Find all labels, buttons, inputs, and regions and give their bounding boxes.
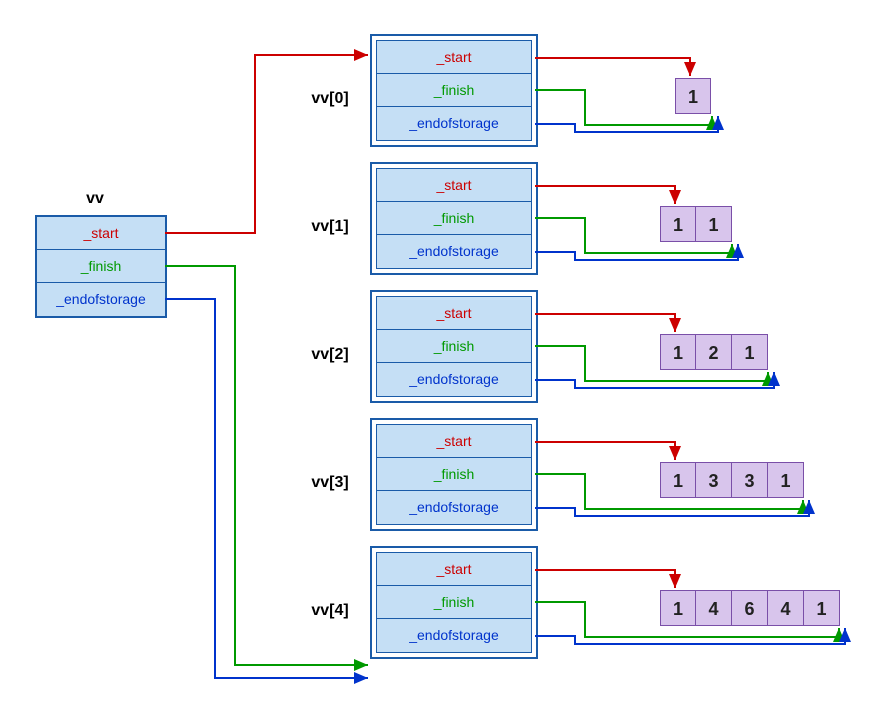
data-array-3: 1 3 3 1 (660, 462, 804, 498)
inner-3-finish-row: _finish (377, 458, 531, 491)
inner-4-eos-row: _endofstorage (377, 619, 531, 652)
data-cell: 1 (660, 590, 696, 626)
inner-container-3: _start _finish _endofstorage (370, 418, 538, 531)
vector-of-vectors-diagram: vv _start _finish _endofstorage vv[0] _s… (20, 20, 873, 668)
inner-container-0: _start _finish _endofstorage (370, 34, 538, 147)
data-cell: 1 (675, 78, 711, 114)
data-cell: 4 (696, 590, 732, 626)
inner-4-finish-row: _finish (377, 586, 531, 619)
inner-1-start-row: _start (377, 169, 531, 202)
inner-label-2: vv[2] (300, 346, 360, 364)
inner-0-eos-row: _endofstorage (377, 107, 531, 140)
inner-container-1: _start _finish _endofstorage (370, 162, 538, 275)
inner-container-2: _start _finish _endofstorage (370, 290, 538, 403)
data-cell: 3 (732, 462, 768, 498)
inner-vector-4: _start _finish _endofstorage (376, 552, 532, 653)
outer-eos-row: _endofstorage (37, 283, 165, 316)
data-array-4: 1 4 6 4 1 (660, 590, 840, 626)
inner-vector-0: _start _finish _endofstorage (376, 40, 532, 141)
inner-0-start-row: _start (377, 41, 531, 74)
inner-3-start-row: _start (377, 425, 531, 458)
data-array-0: 1 (675, 78, 711, 114)
data-cell: 2 (696, 334, 732, 370)
outer-start-row: _start (37, 217, 165, 250)
inner-2-eos-row: _endofstorage (377, 363, 531, 396)
inner-container-4: _start _finish _endofstorage (370, 546, 538, 659)
inner-label-0: vv[0] (300, 90, 360, 108)
inner-1-finish-row: _finish (377, 202, 531, 235)
inner-vector-3: _start _finish _endofstorage (376, 424, 532, 525)
inner-2-start-row: _start (377, 297, 531, 330)
inner-label-3: vv[3] (300, 474, 360, 492)
inner-1-eos-row: _endofstorage (377, 235, 531, 268)
inner-label-1: vv[1] (300, 218, 360, 236)
outer-vector-box: _start _finish _endofstorage (35, 215, 167, 318)
inner-label-4: vv[4] (300, 602, 360, 620)
data-cell: 4 (768, 590, 804, 626)
data-cell: 1 (768, 462, 804, 498)
data-cell: 1 (804, 590, 840, 626)
data-cell: 6 (732, 590, 768, 626)
outer-vector-label: vv (65, 190, 125, 208)
inner-2-finish-row: _finish (377, 330, 531, 363)
data-array-2: 1 2 1 (660, 334, 768, 370)
data-cell: 1 (660, 334, 696, 370)
data-cell: 1 (732, 334, 768, 370)
inner-vector-2: _start _finish _endofstorage (376, 296, 532, 397)
inner-4-start-row: _start (377, 553, 531, 586)
data-cell: 1 (696, 206, 732, 242)
data-cell: 3 (696, 462, 732, 498)
inner-0-finish-row: _finish (377, 74, 531, 107)
data-array-1: 1 1 (660, 206, 732, 242)
outer-finish-row: _finish (37, 250, 165, 283)
data-cell: 1 (660, 462, 696, 498)
inner-vector-1: _start _finish _endofstorage (376, 168, 532, 269)
inner-3-eos-row: _endofstorage (377, 491, 531, 524)
data-cell: 1 (660, 206, 696, 242)
